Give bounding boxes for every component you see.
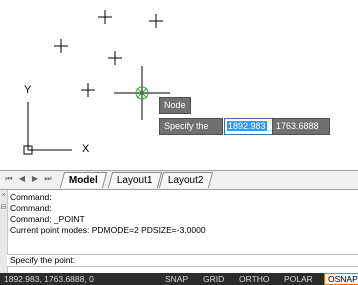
command-history-line: Command: <box>10 192 52 202</box>
point-marker[interactable] <box>149 14 163 28</box>
ucs-icon <box>23 102 72 155</box>
snap-toggle[interactable]: SNAP <box>162 273 191 285</box>
command-history-line: Command: <box>10 203 52 213</box>
command-history-line: Current point modes: PDMODE=2 PDSIZE=-3.… <box>10 225 206 235</box>
point-marker[interactable] <box>108 51 122 65</box>
tab-layout1[interactable]: Layout1 <box>107 172 162 188</box>
ortho-toggle[interactable]: ORTHO <box>236 273 273 285</box>
ucs-y-label: Y <box>24 84 32 96</box>
close-icon[interactable]: × <box>0 192 7 199</box>
cursor-coordinates: 1892.983, 1763.6888, 0 <box>4 274 94 284</box>
next-tab-icon[interactable]: ▶ <box>30 174 40 183</box>
options-icon[interactable]: ⊟ <box>0 203 7 211</box>
ucs-x-label: X <box>82 143 90 155</box>
first-tab-icon[interactable]: ⏮ <box>4 174 14 184</box>
dynamic-input-x-value: 1892.983 <box>227 121 267 131</box>
dynamic-input-prompt: Specify the point: <box>159 118 223 146</box>
polar-toggle[interactable]: POLAR <box>281 273 316 285</box>
command-history-line: Command: _POINT <box>10 214 85 224</box>
dynamic-input-x-field[interactable]: 1892.983 <box>224 118 273 135</box>
snap-tooltip: Node <box>159 97 191 114</box>
tab-layout2[interactable]: Layout2 <box>158 172 213 188</box>
command-prompt: Specify the point: <box>10 255 76 265</box>
osnap-toggle[interactable]: OSNAP <box>324 273 358 285</box>
command-window[interactable]: × ⊟ Command: Command: Command: _POINT Cu… <box>0 189 358 273</box>
last-tab-icon[interactable]: ⏭ <box>43 174 53 184</box>
point-marker[interactable] <box>81 83 95 97</box>
status-bar: 1892.983, 1763.6888, 0 SNAP GRID ORTHO P… <box>0 273 358 285</box>
drawing-canvas[interactable]: Y X Node Specify the point: 1892.983 176… <box>0 0 358 167</box>
layout-tab-bar: ⏮ ◀ ▶ ⏭ Model Layout1 Layout2 <box>0 170 358 190</box>
point-marker[interactable] <box>98 10 112 24</box>
dynamic-input-y-field[interactable]: 1763.6888 <box>272 118 330 135</box>
point-marker[interactable] <box>54 39 68 53</box>
grid-toggle[interactable]: GRID <box>200 273 227 285</box>
command-input[interactable]: Specify the point: <box>7 254 358 267</box>
prev-tab-icon[interactable]: ◀ <box>17 174 27 183</box>
tab-model[interactable]: Model <box>59 172 108 188</box>
